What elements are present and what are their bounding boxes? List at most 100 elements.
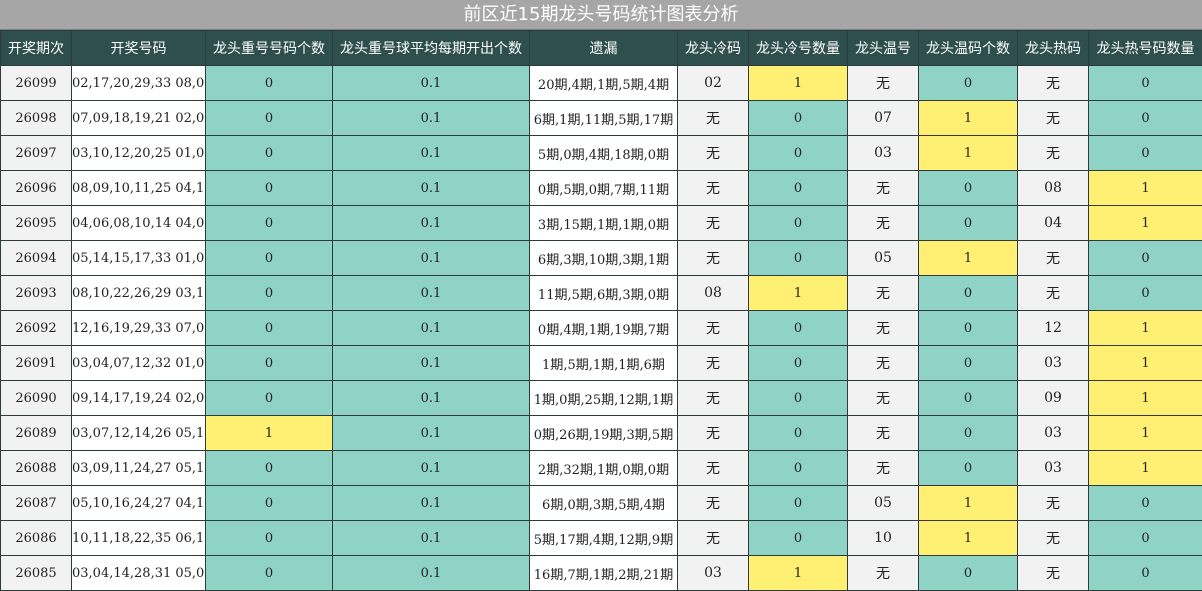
table-cell: 03,09,11,24,27 05,11 xyxy=(72,451,206,486)
table-cell: 0.1 xyxy=(333,451,530,486)
table-cell: 04,06,08,10,14 04,05 xyxy=(72,206,206,241)
table-row: 2609902,17,20,29,33 08,0900.120期,4期,1期,5… xyxy=(1,66,1202,101)
table-cell: 07 xyxy=(848,101,919,136)
table-row: 2609703,10,12,20,25 01,0900.15期,0期,4期,18… xyxy=(1,136,1202,171)
table-cell: 无 xyxy=(678,416,749,451)
table-cell: 11期,5期,6期,3期,0期 xyxy=(530,276,678,311)
table-row: 2609807,09,18,19,21 02,0900.16期,1期,11期,5… xyxy=(1,101,1202,136)
table-row: 2608503,04,14,28,31 05,0700.116期,7期,1期,2… xyxy=(1,556,1202,591)
table-cell: 无 xyxy=(678,241,749,276)
column-header: 龙头冷号数量 xyxy=(749,31,848,66)
chart-title: 前区近15期龙头号码统计图表分析 xyxy=(0,0,1202,30)
table-cell: 0.1 xyxy=(333,311,530,346)
table-cell: 1期,0期,25期,12期,1期 xyxy=(530,381,678,416)
table-cell: 0 xyxy=(749,241,848,276)
table-cell: 0 xyxy=(919,416,1018,451)
table-cell: 0 xyxy=(749,451,848,486)
table-cell: 0.1 xyxy=(333,241,530,276)
table-cell: 05,10,16,24,27 04,10 xyxy=(72,486,206,521)
table-cell: 0期,4期,1期,19期,7期 xyxy=(530,311,678,346)
table-cell: 26087 xyxy=(1,486,72,521)
table-cell: 1 xyxy=(749,66,848,101)
column-header: 开奖期次 xyxy=(1,31,72,66)
table-cell: 0 xyxy=(206,136,333,171)
table-cell: 0 xyxy=(749,101,848,136)
table-cell: 0 xyxy=(919,451,1018,486)
table-cell: 26099 xyxy=(1,66,72,101)
table-cell: 26085 xyxy=(1,556,72,591)
table-cell: 1 xyxy=(919,101,1018,136)
table-cell: 6期,0期,3期,5期,4期 xyxy=(530,486,678,521)
table-cell: 0 xyxy=(749,136,848,171)
table-cell: 0.1 xyxy=(333,381,530,416)
stats-table: 开奖期次开奖号码龙头重号号码个数龙头重号球平均每期开出个数遗漏龙头冷码龙头冷号数… xyxy=(0,30,1202,591)
table-cell: 无 xyxy=(678,521,749,556)
table-cell: 08 xyxy=(678,276,749,311)
table-cell: 12 xyxy=(1018,311,1089,346)
table-cell: 0 xyxy=(1089,66,1202,101)
table-cell: 08,10,22,26,29 03,10 xyxy=(72,276,206,311)
table-cell: 03 xyxy=(1018,416,1089,451)
table-cell: 1 xyxy=(749,556,848,591)
table-cell: 6期,3期,10期,3期,1期 xyxy=(530,241,678,276)
table-cell: 0 xyxy=(919,171,1018,206)
table-cell: 0 xyxy=(206,381,333,416)
column-header: 遗漏 xyxy=(530,31,678,66)
table-cell: 无 xyxy=(678,451,749,486)
table-cell: 02,17,20,29,33 08,09 xyxy=(72,66,206,101)
table-cell: 无 xyxy=(1018,136,1089,171)
table-cell: 无 xyxy=(1018,486,1089,521)
table-cell: 0 xyxy=(206,556,333,591)
table-cell: 26090 xyxy=(1,381,72,416)
table-cell: 0 xyxy=(206,101,333,136)
table-row: 2609212,16,19,29,33 07,0900.10期,4期,1期,19… xyxy=(1,311,1202,346)
column-header: 龙头冷码 xyxy=(678,31,749,66)
table-cell: 03 xyxy=(678,556,749,591)
table-cell: 0.1 xyxy=(333,486,530,521)
table-cell: 07,09,18,19,21 02,09 xyxy=(72,101,206,136)
table-cell: 0 xyxy=(206,311,333,346)
table-cell: 1 xyxy=(1089,416,1202,451)
table-cell: 0 xyxy=(1089,486,1202,521)
table-row: 2609009,14,17,19,24 02,0900.11期,0期,25期,1… xyxy=(1,381,1202,416)
table-cell: 08,09,10,11,25 04,12 xyxy=(72,171,206,206)
table-cell: 无 xyxy=(1018,101,1089,136)
table-cell: 0 xyxy=(919,276,1018,311)
table-cell: 无 xyxy=(1018,276,1089,311)
table-cell: 无 xyxy=(678,346,749,381)
table-cell: 0 xyxy=(749,416,848,451)
table-cell: 无 xyxy=(678,136,749,171)
table-cell: 0 xyxy=(749,381,848,416)
table-cell: 0 xyxy=(749,521,848,556)
table-cell: 无 xyxy=(848,381,919,416)
table-cell: 0 xyxy=(206,521,333,556)
table-cell: 1期,5期,1期,1期,6期 xyxy=(530,346,678,381)
table-cell: 0 xyxy=(919,66,1018,101)
table-cell: 无 xyxy=(848,311,919,346)
table-cell: 0 xyxy=(1089,101,1202,136)
table-cell: 0 xyxy=(206,206,333,241)
table-cell: 无 xyxy=(848,66,919,101)
table-cell: 1 xyxy=(919,486,1018,521)
table-cell: 10 xyxy=(848,521,919,556)
table-cell: 无 xyxy=(848,416,919,451)
table-cell: 0 xyxy=(1089,276,1202,311)
table-cell: 26096 xyxy=(1,171,72,206)
table-cell: 12,16,19,29,33 07,09 xyxy=(72,311,206,346)
table-cell: 0期,26期,19期,3期,5期 xyxy=(530,416,678,451)
table-row: 2608903,07,12,14,26 05,1110.10期,26期,19期,… xyxy=(1,416,1202,451)
table-cell: 0 xyxy=(206,241,333,276)
table-cell: 0 xyxy=(749,486,848,521)
table-cell: 04 xyxy=(1018,206,1089,241)
table-cell: 2期,32期,1期,0期,0期 xyxy=(530,451,678,486)
table-cell: 26089 xyxy=(1,416,72,451)
table-cell: 26092 xyxy=(1,311,72,346)
table-cell: 16期,7期,1期,2期,21期 xyxy=(530,556,678,591)
table-body: 2609902,17,20,29,33 08,0900.120期,4期,1期,5… xyxy=(1,66,1202,591)
table-cell: 0.1 xyxy=(333,66,530,101)
table-row: 2609308,10,22,26,29 03,1000.111期,5期,6期,3… xyxy=(1,276,1202,311)
table-cell: 1 xyxy=(1089,206,1202,241)
table-cell: 0.1 xyxy=(333,171,530,206)
table-cell: 无 xyxy=(678,171,749,206)
column-header: 龙头热号码数量 xyxy=(1089,31,1202,66)
